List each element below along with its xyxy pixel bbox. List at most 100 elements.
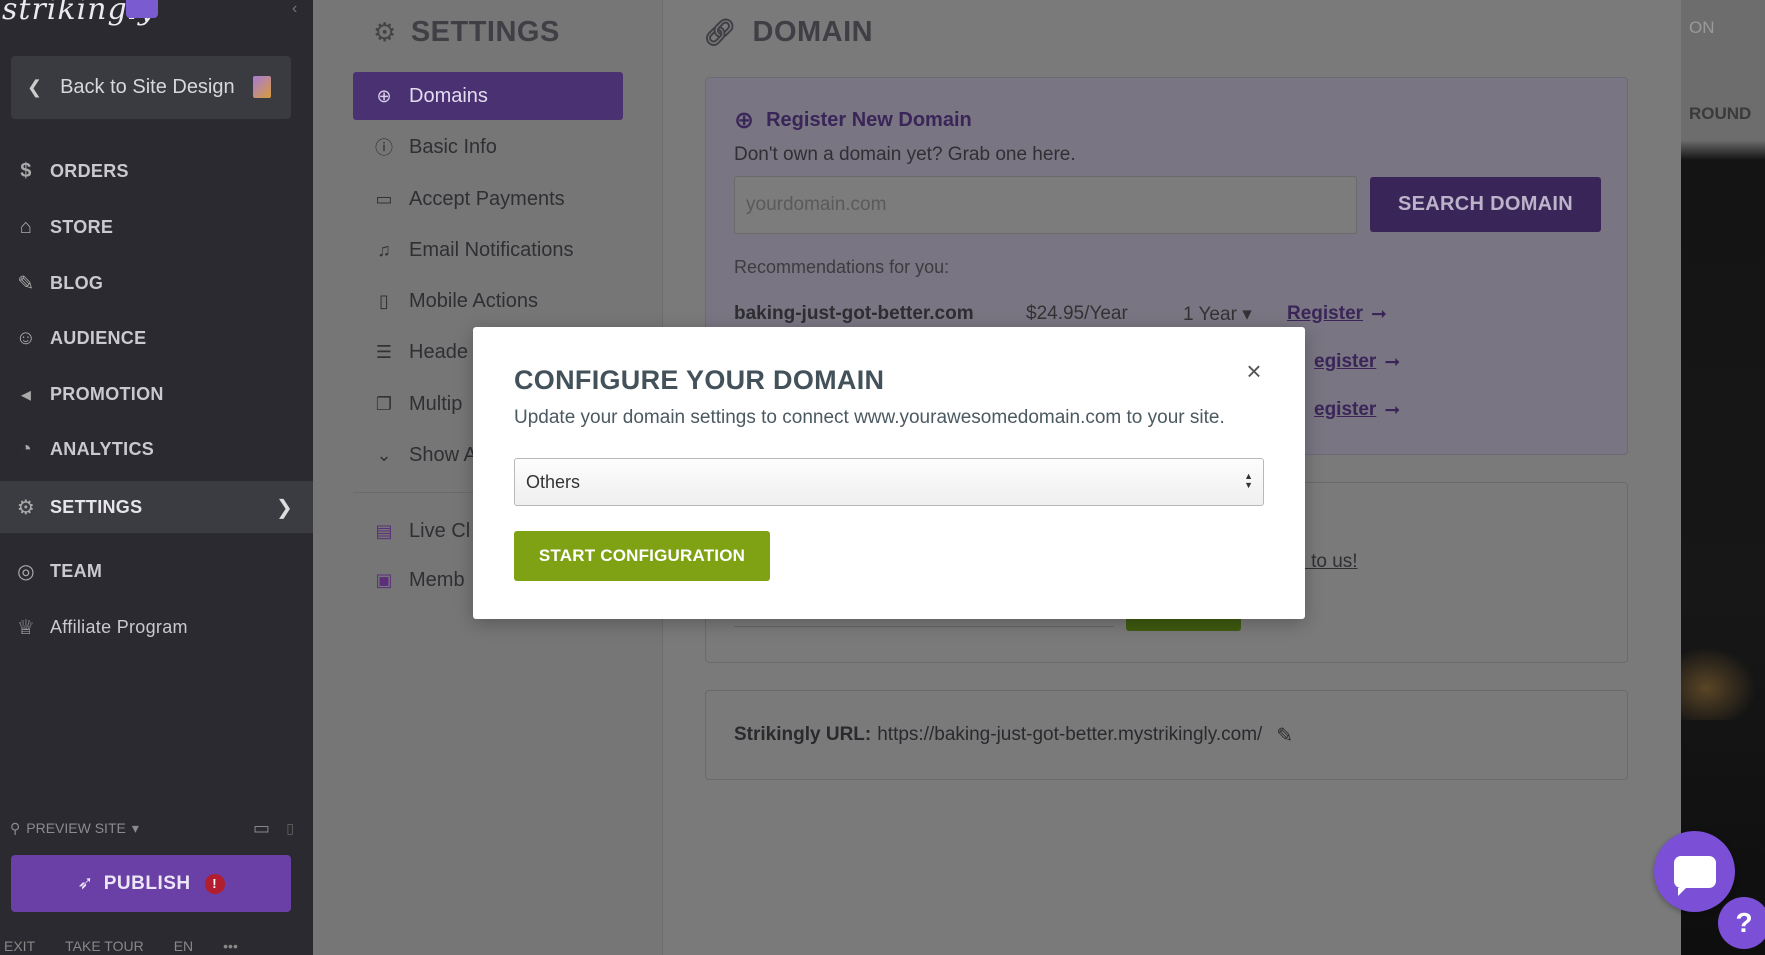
arrow-right-icon: ➞	[1371, 303, 1387, 325]
settings-item-label: Memb	[409, 568, 465, 591]
rec-domain-name: baking-just-got-better.com	[734, 303, 974, 324]
domain-search-input[interactable]: yourdomain.com	[734, 176, 1357, 234]
card-icon: ▭	[375, 188, 393, 209]
start-configuration-button[interactable]: START CONFIGURATION	[514, 531, 770, 581]
provider-select[interactable]: Others ▲ ▼	[514, 458, 1264, 506]
back-label: Back to Site Design	[60, 76, 235, 98]
recommendations-label: Recommendations for you:	[734, 257, 950, 277]
select-arrows-icon: ▲ ▼	[1244, 471, 1253, 490]
settings-item-basic-info[interactable]: ⓘ Basic Info	[353, 123, 623, 171]
link-icon: 🔗︎	[703, 17, 737, 47]
publish-button[interactable]: ➶ PUBLISH !	[11, 855, 291, 912]
register-title: Register New Domain	[766, 109, 972, 131]
help-button[interactable]: ?	[1718, 897, 1765, 949]
mobile-icon[interactable]: ▯	[286, 820, 294, 837]
pie-icon: ◔	[19, 437, 33, 460]
take-tour-link[interactable]: TAKE TOUR	[65, 938, 144, 954]
preview-site-row[interactable]: ⚲ PREVIEW SITE ▾ ▭ ▯	[10, 816, 300, 840]
live-chat-button[interactable]	[1654, 831, 1735, 912]
back-to-site-design-button[interactable]: ❮ Back to Site Design	[11, 56, 291, 119]
bell-icon: ♫	[377, 239, 391, 260]
domain-heading: 🔗︎ DOMAIN	[703, 16, 873, 49]
people-icon: ☺	[15, 326, 37, 349]
desktop-icon[interactable]: ▭	[253, 818, 270, 839]
settings-title-text: SETTINGS	[410, 16, 560, 48]
gear-icon: ⚙	[373, 17, 397, 47]
settings-item-domains[interactable]: ⊕ Domains	[353, 72, 623, 120]
preview-image-glow	[1681, 640, 1765, 720]
language-link[interactable]: EN	[174, 938, 193, 954]
site-preview-strip: ON ROUND	[1681, 0, 1765, 955]
pen-icon: ✎	[17, 272, 35, 295]
search-icon: ⚲	[10, 819, 21, 836]
arrow-right-icon: ➞	[1384, 351, 1401, 373]
store-icon: ⌂	[19, 215, 33, 238]
nav-analytics[interactable]: ◔ ANALYTICS	[0, 425, 313, 473]
pages-icon: ❐	[375, 393, 393, 414]
preview-text-fragment: ON	[1689, 18, 1715, 37]
nav-store[interactable]: ⌂ STORE	[0, 203, 313, 251]
globe-icon: ⊕	[376, 85, 392, 106]
pencil-icon[interactable]: ✎	[1276, 723, 1293, 748]
nav-affiliate-program[interactable]: ♕ Affiliate Program	[0, 603, 313, 651]
rec-period-select[interactable]: 1 Year ▾	[1183, 303, 1287, 326]
url-label: Strikingly URL:	[734, 724, 872, 745]
settings-item-label: Show A	[409, 443, 477, 466]
settings-item-email-notifications[interactable]: ♫ Email Notifications	[353, 226, 623, 274]
settings-item-label: Accept Payments	[409, 187, 565, 210]
left-sidebar: strikingly ‹ ❮ Back to Site Design $ ORD…	[0, 0, 313, 955]
settings-item-label: Heade	[409, 340, 468, 363]
rec-period: 1 Year	[1183, 303, 1237, 325]
settings-item-label: Multip	[409, 392, 463, 415]
register-link[interactable]: Register	[1287, 303, 1363, 325]
more-menu-icon[interactable]: •••	[223, 938, 238, 954]
page-icon	[253, 76, 271, 98]
chat-icon: ▤	[375, 520, 393, 541]
nav-store-label: STORE	[50, 216, 114, 237]
nav-affiliate-label: Affiliate Program	[50, 616, 188, 637]
recommendation-row: baking-just-got-better.com $24.95/Year 1…	[734, 299, 1614, 329]
nav-blog-label: BLOG	[50, 272, 104, 293]
team-icon: ◎	[17, 560, 35, 583]
register-link[interactable]: egister	[1314, 351, 1376, 373]
chevron-down-icon: ⌄	[376, 444, 392, 465]
settings-item-mobile-actions[interactable]: ▯ Mobile Actions	[353, 277, 623, 325]
register-heading: ⊕ Register New Domain	[734, 106, 972, 135]
dollar-circle-icon: $	[20, 159, 32, 182]
register-link[interactable]: egister	[1314, 399, 1376, 421]
caret-down-icon: ▾	[131, 819, 139, 836]
nav-settings-label: SETTINGS	[50, 496, 143, 517]
info-icon: ⓘ	[375, 138, 393, 158]
settings-item-label: Email Notifications	[409, 238, 574, 261]
nav-audience[interactable]: ☺ AUDIENCE	[0, 314, 313, 362]
nav-team[interactable]: ◎ TEAM	[0, 547, 313, 595]
nav-settings[interactable]: ⚙ SETTINGS ❯	[0, 481, 313, 533]
settings-item-accept-payments[interactable]: ▭ Accept Payments	[353, 175, 623, 223]
modal-title: CONFIGURE YOUR DOMAIN	[514, 365, 885, 395]
nav-analytics-label: ANALYTICS	[50, 438, 155, 459]
nav-promotion[interactable]: ◂ PROMOTION	[0, 370, 313, 418]
nav-blog[interactable]: ✎ BLOG	[0, 259, 313, 307]
member-icon: ▣	[375, 569, 393, 590]
phone-icon: ▯	[379, 290, 389, 311]
exit-link[interactable]: EXIT	[4, 938, 35, 954]
preview-site-label: PREVIEW SITE	[26, 820, 126, 836]
gear-icon: ⚙	[16, 496, 36, 519]
trophy-icon: ♕	[16, 616, 36, 639]
register-subtitle: Don't own a domain yet? Grab one here.	[734, 144, 1076, 165]
settings-item-label: Basic Info	[409, 135, 497, 158]
domain-title-text: DOMAIN	[752, 16, 874, 48]
publish-label: PUBLISH	[103, 872, 191, 894]
strikingly-url-card: Strikingly URL: https://baking-just-got-…	[705, 690, 1628, 780]
search-domain-button[interactable]: SEARCH DOMAIN	[1370, 177, 1601, 232]
collapse-sidebar-icon[interactable]: ‹	[292, 0, 297, 18]
configure-domain-modal: CONFIGURE YOUR DOMAIN × Update your doma…	[473, 327, 1305, 619]
settings-heading: ⚙ SETTINGS	[373, 16, 560, 49]
close-icon[interactable]: ×	[1243, 358, 1265, 384]
settings-item-label: Mobile Actions	[409, 289, 538, 312]
nav-team-label: TEAM	[50, 560, 103, 581]
logo-badge-icon	[126, 0, 158, 18]
nav-orders-label: ORDERS	[50, 160, 129, 181]
alert-badge: !	[204, 873, 225, 894]
nav-orders[interactable]: $ ORDERS	[0, 147, 313, 195]
